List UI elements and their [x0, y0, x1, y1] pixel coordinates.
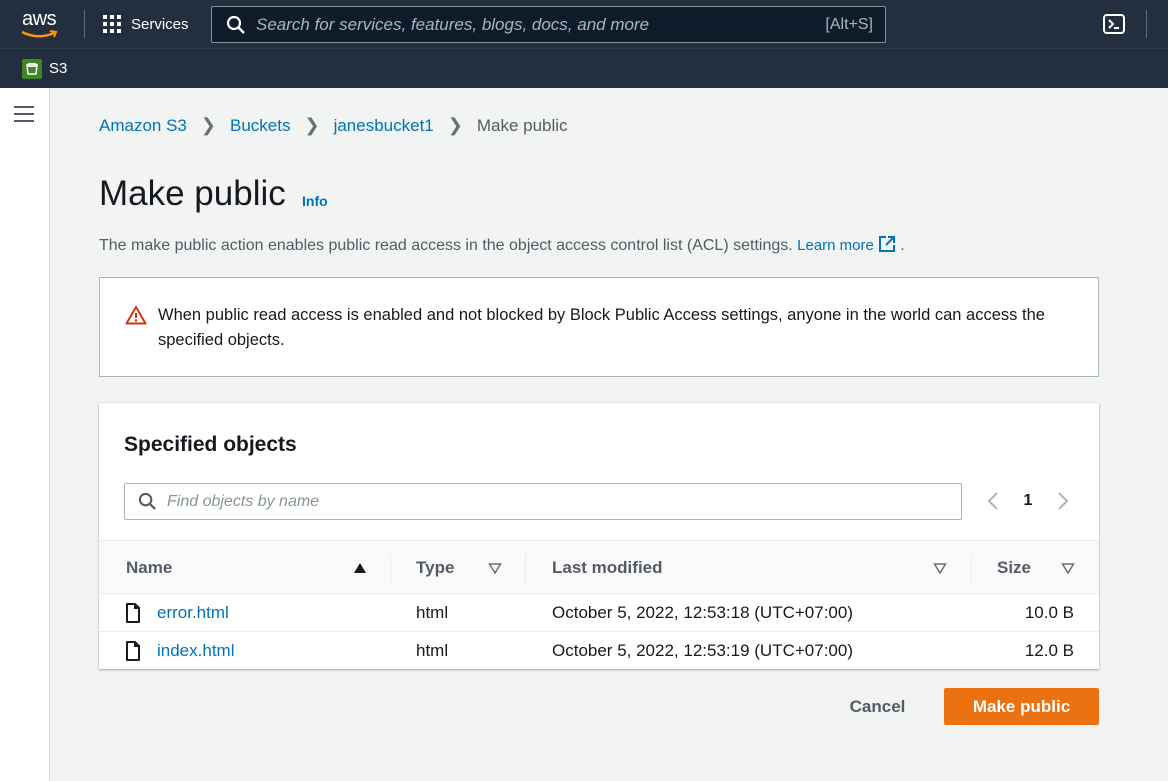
search-icon	[138, 492, 156, 510]
breadcrumb-amazon-s3[interactable]: Amazon S3	[99, 116, 187, 136]
table-header: Name Type Last modified Size	[99, 540, 1099, 594]
specified-objects-panel: Specified objects 1 Name Type Last modif…	[99, 403, 1099, 669]
page-description: The make public action enables public re…	[99, 235, 905, 255]
column-divider[interactable]	[971, 554, 972, 584]
warning-alert: When public read access is enabled and n…	[99, 277, 1099, 377]
column-header-last-modified[interactable]: Last modified	[552, 558, 663, 578]
menu-icon[interactable]	[14, 106, 34, 122]
global-search-input[interactable]: Search for services, features, blogs, do…	[211, 6, 886, 43]
chevron-left-icon[interactable]	[983, 489, 1003, 513]
column-header-size[interactable]: Size	[997, 558, 1031, 578]
warning-text: When public read access is enabled and n…	[158, 306, 1045, 349]
pagination: 1	[983, 489, 1073, 513]
object-size: 10.0 B	[1024, 603, 1074, 622]
s3-service-icon[interactable]	[22, 59, 42, 79]
services-label: Services	[131, 15, 189, 33]
object-last-modified: October 5, 2022, 12:53:19 (UTC+07:00)	[552, 641, 853, 660]
service-bar: S3	[0, 48, 1168, 88]
sort-ascending-icon[interactable]	[353, 561, 367, 575]
table-row: error.html html October 5, 2022, 12:53:1…	[99, 594, 1099, 632]
sort-icon[interactable]	[933, 561, 947, 575]
nav-divider	[84, 10, 85, 38]
chevron-right-icon: ❯	[200, 115, 216, 135]
info-link[interactable]: Info	[302, 193, 328, 209]
object-name-link[interactable]: error.html	[157, 603, 229, 623]
nav-divider	[1146, 10, 1147, 38]
learn-more-link[interactable]: Learn more	[797, 236, 900, 254]
page-title: Make public	[99, 174, 286, 213]
learn-more-label: Learn more	[797, 237, 874, 254]
column-divider[interactable]	[390, 554, 391, 584]
chevron-right-icon: ❯	[447, 115, 463, 135]
page-number[interactable]: 1	[1003, 492, 1053, 510]
global-search-placeholder: Search for services, features, blogs, do…	[256, 14, 650, 34]
cancel-button[interactable]: Cancel	[830, 688, 925, 725]
description-period: .	[900, 237, 905, 254]
external-link-icon	[879, 236, 896, 252]
object-type: html	[416, 641, 449, 660]
services-menu-button[interactable]: Services	[103, 13, 189, 35]
file-icon	[126, 603, 140, 623]
object-size: 12.0 B	[1024, 641, 1074, 660]
chevron-right-icon[interactable]	[1053, 489, 1073, 513]
sort-icon[interactable]	[488, 561, 502, 575]
column-header-type[interactable]: Type	[416, 558, 454, 578]
warning-icon	[125, 306, 147, 325]
description-text: The make public action enables public re…	[99, 237, 793, 254]
find-objects-input[interactable]	[167, 492, 947, 511]
panel-title: Specified objects	[124, 433, 297, 456]
breadcrumb: Amazon S3 ❯ Buckets ❯ janesbucket1 ❯ Mak…	[99, 115, 568, 136]
object-name-link[interactable]: index.html	[157, 641, 234, 661]
sort-icon[interactable]	[1061, 561, 1075, 575]
top-navigation: aws Services Search for services, featur…	[0, 0, 1168, 48]
object-last-modified: October 5, 2022, 12:53:18 (UTC+07:00)	[552, 603, 853, 622]
file-icon	[126, 641, 140, 661]
search-icon	[226, 15, 245, 34]
aws-logo[interactable]: aws	[20, 8, 64, 40]
side-navigation-rail	[0, 88, 50, 781]
s3-service-link[interactable]: S3	[49, 60, 67, 77]
table-row: index.html html October 5, 2022, 12:53:1…	[99, 632, 1099, 670]
column-header-name[interactable]: Name	[126, 558, 172, 578]
chevron-right-icon: ❯	[304, 115, 320, 135]
grid-icon	[103, 15, 121, 33]
column-divider[interactable]	[525, 554, 526, 584]
make-public-button[interactable]: Make public	[944, 688, 1099, 725]
breadcrumb-current: Make public	[476, 115, 568, 135]
aws-logo-text: aws	[22, 8, 57, 30]
object-type: html	[416, 603, 449, 622]
cloudshell-icon[interactable]	[1103, 14, 1125, 34]
breadcrumb-bucket[interactable]: janesbucket1	[334, 116, 434, 136]
breadcrumb-buckets[interactable]: Buckets	[230, 116, 290, 136]
find-objects-search[interactable]	[124, 483, 962, 520]
search-shortcut-hint: [Alt+S]	[825, 15, 873, 33]
aws-smile-icon	[21, 30, 58, 38]
